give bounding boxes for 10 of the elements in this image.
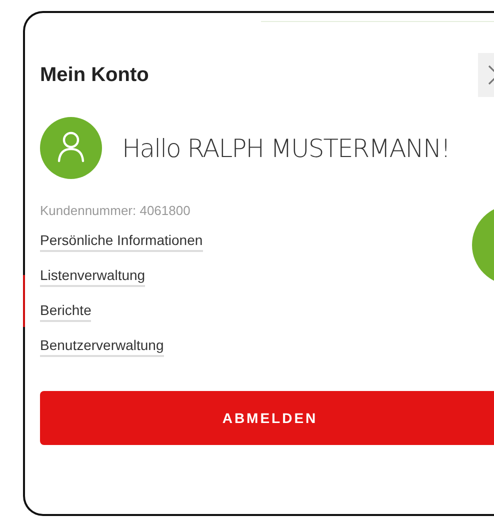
logout-button[interactable]: ABMELDEN (40, 391, 494, 445)
customer-number: Kundennummer: 4061800 (40, 203, 192, 218)
menu-link[interactable]: Persönliche Informationen (40, 232, 203, 252)
avatar-icon (40, 117, 102, 179)
accent-bar (23, 275, 25, 327)
menu-link[interactable]: Benutzerverwaltung (40, 337, 164, 357)
panel-title: Mein Konto (40, 64, 149, 86)
menu-link[interactable]: Listenverwaltung (40, 267, 146, 287)
menu-link[interactable]: Berichte (40, 302, 92, 322)
greeting-text: Hallo RALPH MUSTERMANN! (122, 134, 450, 162)
